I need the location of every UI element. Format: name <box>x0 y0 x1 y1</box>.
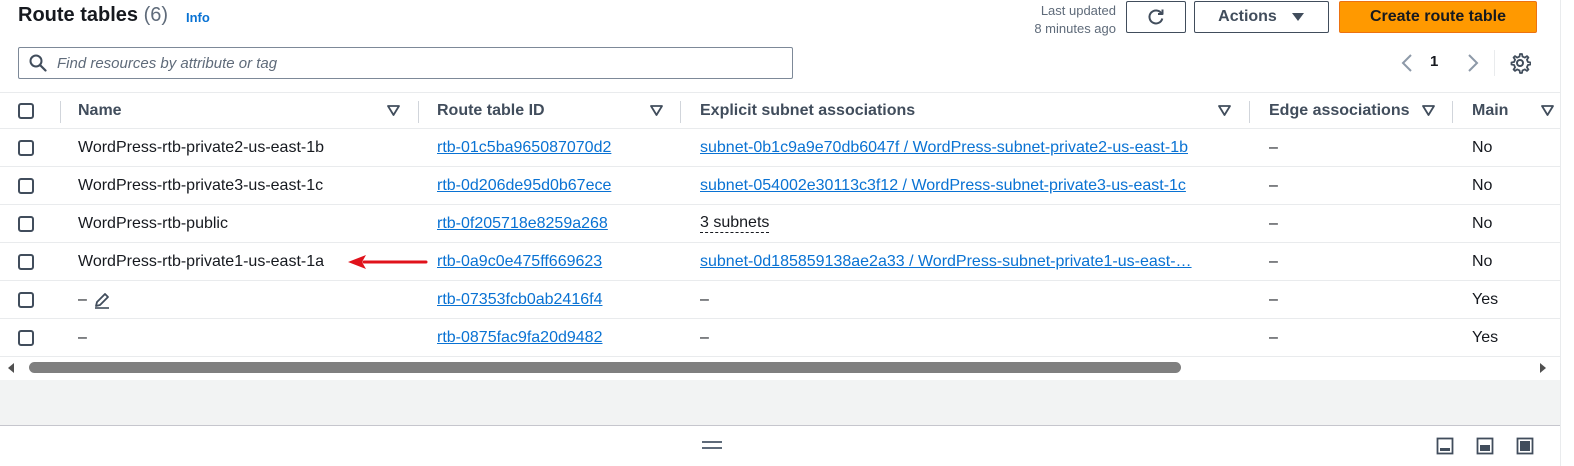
route-table-id-link[interactable]: rtb-07353fcb0ab2416f4 <box>437 291 602 309</box>
table-row[interactable]: WordPress-rtb-private1-us-east-1a rtb-0a… <box>0 243 1560 281</box>
column-separator <box>680 101 681 123</box>
column-separator <box>1452 101 1453 123</box>
table-row[interactable]: WordPress-rtb-public rtb-0f205718e8259a2… <box>0 205 1560 243</box>
column-header-main[interactable]: Main <box>1472 93 1508 129</box>
column-separator <box>60 101 61 123</box>
panel-side-layout-icon[interactable] <box>1476 437 1494 455</box>
subnet-association-value: – <box>700 328 709 346</box>
current-page[interactable]: 1 <box>1430 53 1438 70</box>
main-value: No <box>1472 176 1493 194</box>
column-separator <box>418 101 419 123</box>
edge-associations-value: – <box>1269 252 1278 270</box>
main-value: No <box>1472 252 1493 270</box>
route-tables-panel: Route tables (6) Info Last updated 8 min… <box>0 0 1560 380</box>
row-name: WordPress-rtb-public <box>78 214 228 232</box>
subnet-association-link[interactable]: subnet-0b1c9a9e70db6047f / WordPress-sub… <box>700 139 1188 157</box>
subnet-association-value: – <box>700 290 709 308</box>
preferences-button[interactable] <box>1508 51 1532 75</box>
table-row[interactable]: WordPress-rtb-private3-us-east-1c rtb-0d… <box>0 167 1560 205</box>
edge-associations-value: – <box>1269 328 1278 346</box>
edge-associations-value: – <box>1269 176 1278 194</box>
edge-associations-value: – <box>1269 290 1278 308</box>
page-title: Route tables (6) <box>18 4 168 27</box>
column-header-route-table-id[interactable]: Route table ID <box>437 93 545 129</box>
search-icon <box>29 54 47 72</box>
sort-caret-icon[interactable] <box>1422 105 1435 116</box>
sort-caret-icon[interactable] <box>387 105 400 116</box>
gear-icon <box>1510 53 1531 74</box>
row-checkbox[interactable] <box>18 140 34 156</box>
refresh-button[interactable] <box>1126 1 1186 33</box>
horizontal-scrollbar[interactable] <box>0 358 1560 378</box>
page-title-text: Route tables <box>18 4 139 26</box>
chevron-right-icon <box>1468 54 1479 72</box>
scroll-left-icon[interactable] <box>6 362 16 374</box>
column-header-explicit-subnet[interactable]: Explicit subnet associations <box>700 93 915 129</box>
row-name: WordPress-rtb-private2-us-east-1b <box>78 138 325 156</box>
row-checkbox[interactable] <box>18 216 34 232</box>
resource-count: (6) <box>143 4 169 26</box>
main-value: Yes <box>1472 290 1499 308</box>
table-header: Name Route table ID Explicit subnet asso… <box>0 92 1560 129</box>
red-arrow-icon <box>348 255 428 269</box>
resize-handle-icon[interactable] <box>702 441 722 453</box>
edge-associations-value: – <box>1269 138 1278 156</box>
column-header-name[interactable]: Name <box>78 93 122 129</box>
table-row[interactable]: – rtb-0875fac9fa20d9482 – – Yes <box>0 319 1560 357</box>
subnet-association-link[interactable]: subnet-054002e30113c3f12 / WordPress-sub… <box>700 177 1186 195</box>
refresh-icon <box>1148 9 1164 25</box>
pager-divider <box>1494 50 1495 76</box>
row-checkbox[interactable] <box>18 292 34 308</box>
sort-caret-icon[interactable] <box>650 105 663 116</box>
panel-full-layout-icon[interactable] <box>1516 437 1534 455</box>
subnet-count-popover[interactable]: 3 subnets <box>700 214 770 233</box>
last-updated: Last updated 8 minutes ago <box>1010 2 1116 38</box>
row-name: – <box>78 290 87 308</box>
table-row[interactable]: WordPress-rtb-private2-us-east-1b rtb-01… <box>0 129 1560 167</box>
last-updated-label: Last updated <box>1040 3 1116 18</box>
panel-footer-area <box>0 380 1560 426</box>
route-table-id-link[interactable]: rtb-0f205718e8259a268 <box>437 215 608 233</box>
split-panel-bar <box>0 427 1560 466</box>
select-all-checkbox[interactable] <box>18 103 34 119</box>
scrollbar-thumb[interactable] <box>29 362 1181 373</box>
sort-caret-icon[interactable] <box>1541 105 1554 116</box>
search-input[interactable] <box>57 54 757 72</box>
previous-page-button[interactable] <box>1396 50 1418 76</box>
panel-bottom-layout-icon[interactable] <box>1436 437 1454 455</box>
subnet-association-link[interactable]: subnet-0d185859138ae2a33 / WordPress-sub… <box>700 253 1192 271</box>
last-updated-time: 8 minutes ago <box>1034 21 1116 36</box>
row-checkbox[interactable] <box>18 330 34 346</box>
row-name: WordPress-rtb-private3-us-east-1c <box>78 176 324 194</box>
vertical-scrollbar-track[interactable] <box>1560 0 1574 466</box>
info-link[interactable]: Info <box>186 10 210 25</box>
edge-associations-value: – <box>1269 214 1278 232</box>
search-field[interactable] <box>18 47 793 79</box>
scroll-right-icon[interactable] <box>1538 362 1548 374</box>
route-table-id-link[interactable]: rtb-01c5ba965087070d2 <box>437 139 611 157</box>
chevron-left-icon <box>1401 54 1412 72</box>
route-table-id-link[interactable]: rtb-0d206de95d0b67ece <box>437 177 611 195</box>
row-name: WordPress-rtb-private1-us-east-1a <box>78 252 325 270</box>
caret-down-icon <box>1291 13 1304 21</box>
actions-label: Actions <box>1218 8 1277 25</box>
route-table-id-link[interactable]: rtb-0875fac9fa20d9482 <box>437 329 602 347</box>
column-header-edge-associations[interactable]: Edge associations <box>1269 93 1410 129</box>
sort-caret-icon[interactable] <box>1218 105 1231 116</box>
actions-button[interactable]: Actions <box>1194 1 1329 33</box>
table-row[interactable]: – rtb-07353fcb0ab2416f4 – – Yes <box>0 281 1560 319</box>
main-value: No <box>1472 214 1493 232</box>
create-route-table-button[interactable]: Create route table <box>1339 1 1537 33</box>
row-checkbox[interactable] <box>18 254 34 270</box>
next-page-button[interactable] <box>1462 50 1484 76</box>
row-checkbox[interactable] <box>18 178 34 194</box>
main-value: Yes <box>1472 328 1499 346</box>
column-separator <box>1249 101 1250 123</box>
route-table-id-link[interactable]: rtb-0a9c0e475ff669623 <box>437 253 602 271</box>
main-value: No <box>1472 138 1493 156</box>
row-name: – <box>78 328 87 346</box>
pencil-icon[interactable] <box>93 291 111 309</box>
